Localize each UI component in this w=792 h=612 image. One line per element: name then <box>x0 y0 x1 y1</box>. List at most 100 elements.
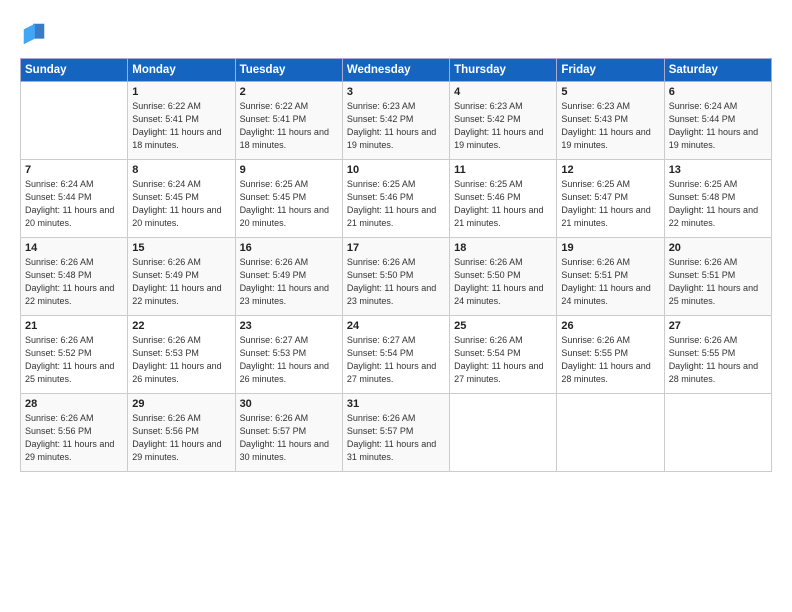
day-number: 27 <box>669 320 767 332</box>
calendar-cell: 2 Sunrise: 6:22 AMSunset: 5:41 PMDaylight… <box>235 82 342 160</box>
calendar-cell: 17Sunrise: 6:26 AMSunset: 5:50 PMDayligh… <box>342 238 449 316</box>
day-detail: Sunrise: 6:26 AMSunset: 5:57 PMDaylight:… <box>240 412 338 464</box>
calendar-cell: 15 Sunrise: 6:26 AMSunset: 5:49 PMDayligh… <box>128 238 235 316</box>
day-number: 15 <box>132 242 230 254</box>
calendar-cell: 9 Sunrise: 6:25 AMSunset: 5:45 PMDaylight… <box>235 160 342 238</box>
calendar-cell: 10 Sunrise: 6:25 AMSunset: 5:46 PMDayligh… <box>342 160 449 238</box>
day-detail: Sunrise: 6:23 AMSunset: 5:43 PMDaylight:… <box>561 100 659 152</box>
day-number: 30 <box>240 398 338 410</box>
day-number: 19 <box>561 242 659 254</box>
calendar-table: SundayMondayTuesdayWednesdayThursdayFrid… <box>20 58 772 472</box>
week-row-5: 28 Sunrise: 6:26 AMSunset: 5:56 PMDayligh… <box>21 394 772 472</box>
day-number: 23 <box>240 320 338 332</box>
calendar-cell: 23 Sunrise: 6:27 AMSunset: 5:53 PMDayligh… <box>235 316 342 394</box>
calendar-cell: 27 Sunrise: 6:26 AMSunset: 5:55 PMDayligh… <box>664 316 771 394</box>
week-row-2: 7Sunrise: 6:24 AMSunset: 5:44 PMDaylight… <box>21 160 772 238</box>
header <box>20 16 772 48</box>
day-detail: Sunrise: 6:25 AMSunset: 5:45 PMDaylight:… <box>240 178 338 230</box>
calendar-cell: 3Sunrise: 6:23 AMSunset: 5:42 PMDaylight… <box>342 82 449 160</box>
col-header-monday: Monday <box>128 59 235 82</box>
day-detail: Sunrise: 6:26 AMSunset: 5:49 PMDaylight:… <box>132 256 230 308</box>
calendar-cell: 31Sunrise: 6:26 AMSunset: 5:57 PMDayligh… <box>342 394 449 472</box>
day-detail: Sunrise: 6:25 AMSunset: 5:48 PMDaylight:… <box>669 178 767 230</box>
col-header-saturday: Saturday <box>664 59 771 82</box>
day-detail: Sunrise: 6:22 AMSunset: 5:41 PMDaylight:… <box>132 100 230 152</box>
day-number: 29 <box>132 398 230 410</box>
day-number: 11 <box>454 164 552 176</box>
calendar-cell: 22 Sunrise: 6:26 AMSunset: 5:53 PMDayligh… <box>128 316 235 394</box>
week-row-1: 1 Sunrise: 6:22 AMSunset: 5:41 PMDaylight… <box>21 82 772 160</box>
day-detail: Sunrise: 6:22 AMSunset: 5:41 PMDaylight:… <box>240 100 338 152</box>
calendar-cell: 26Sunrise: 6:26 AMSunset: 5:55 PMDayligh… <box>557 316 664 394</box>
day-detail: Sunrise: 6:26 AMSunset: 5:55 PMDaylight:… <box>561 334 659 386</box>
day-detail: Sunrise: 6:26 AMSunset: 5:57 PMDaylight:… <box>347 412 445 464</box>
day-detail: Sunrise: 6:26 AMSunset: 5:55 PMDaylight:… <box>669 334 767 386</box>
day-number: 5 <box>561 86 659 98</box>
day-detail: Sunrise: 6:26 AMSunset: 5:52 PMDaylight:… <box>25 334 123 386</box>
day-number: 10 <box>347 164 445 176</box>
calendar-cell: 19 Sunrise: 6:26 AMSunset: 5:51 PMDayligh… <box>557 238 664 316</box>
day-number: 12 <box>561 164 659 176</box>
day-number: 18 <box>454 242 552 254</box>
day-detail: Sunrise: 6:27 AMSunset: 5:53 PMDaylight:… <box>240 334 338 386</box>
day-number: 28 <box>25 398 123 410</box>
day-number: 4 <box>454 86 552 98</box>
calendar-cell: 29 Sunrise: 6:26 AMSunset: 5:56 PMDayligh… <box>128 394 235 472</box>
col-header-thursday: Thursday <box>450 59 557 82</box>
day-detail: Sunrise: 6:25 AMSunset: 5:46 PMDaylight:… <box>454 178 552 230</box>
calendar-cell: 20Sunrise: 6:26 AMSunset: 5:51 PMDayligh… <box>664 238 771 316</box>
day-detail: Sunrise: 6:25 AMSunset: 5:47 PMDaylight:… <box>561 178 659 230</box>
calendar-cell: 5 Sunrise: 6:23 AMSunset: 5:43 PMDaylight… <box>557 82 664 160</box>
day-number: 9 <box>240 164 338 176</box>
day-detail: Sunrise: 6:24 AMSunset: 5:44 PMDaylight:… <box>669 100 767 152</box>
col-header-tuesday: Tuesday <box>235 59 342 82</box>
header-row: SundayMondayTuesdayWednesdayThursdayFrid… <box>21 59 772 82</box>
day-detail: Sunrise: 6:23 AMSunset: 5:42 PMDaylight:… <box>454 100 552 152</box>
col-header-wednesday: Wednesday <box>342 59 449 82</box>
calendar-page: SundayMondayTuesdayWednesdayThursdayFrid… <box>0 0 792 612</box>
calendar-cell <box>21 82 128 160</box>
day-number: 14 <box>25 242 123 254</box>
day-detail: Sunrise: 6:26 AMSunset: 5:51 PMDaylight:… <box>561 256 659 308</box>
day-detail: Sunrise: 6:26 AMSunset: 5:54 PMDaylight:… <box>454 334 552 386</box>
day-detail: Sunrise: 6:24 AMSunset: 5:44 PMDaylight:… <box>25 178 123 230</box>
calendar-cell: 11 Sunrise: 6:25 AMSunset: 5:46 PMDayligh… <box>450 160 557 238</box>
day-number: 2 <box>240 86 338 98</box>
day-number: 8 <box>132 164 230 176</box>
day-detail: Sunrise: 6:26 AMSunset: 5:53 PMDaylight:… <box>132 334 230 386</box>
logo-icon <box>20 20 48 48</box>
day-detail: Sunrise: 6:27 AMSunset: 5:54 PMDaylight:… <box>347 334 445 386</box>
day-detail: Sunrise: 6:26 AMSunset: 5:56 PMDaylight:… <box>132 412 230 464</box>
calendar-cell: 14 Sunrise: 6:26 AMSunset: 5:48 PMDayligh… <box>21 238 128 316</box>
calendar-cell: 21 Sunrise: 6:26 AMSunset: 5:52 PMDayligh… <box>21 316 128 394</box>
day-number: 16 <box>240 242 338 254</box>
calendar-cell: 1 Sunrise: 6:22 AMSunset: 5:41 PMDaylight… <box>128 82 235 160</box>
day-detail: Sunrise: 6:25 AMSunset: 5:46 PMDaylight:… <box>347 178 445 230</box>
calendar-cell: 25 Sunrise: 6:26 AMSunset: 5:54 PMDayligh… <box>450 316 557 394</box>
day-detail: Sunrise: 6:26 AMSunset: 5:49 PMDaylight:… <box>240 256 338 308</box>
day-number: 20 <box>669 242 767 254</box>
calendar-cell <box>557 394 664 472</box>
day-number: 24 <box>347 320 445 332</box>
day-detail: Sunrise: 6:26 AMSunset: 5:50 PMDaylight:… <box>454 256 552 308</box>
calendar-cell: 4 Sunrise: 6:23 AMSunset: 5:42 PMDaylight… <box>450 82 557 160</box>
week-row-4: 21 Sunrise: 6:26 AMSunset: 5:52 PMDayligh… <box>21 316 772 394</box>
day-number: 6 <box>669 86 767 98</box>
calendar-cell: 13Sunrise: 6:25 AMSunset: 5:48 PMDayligh… <box>664 160 771 238</box>
day-detail: Sunrise: 6:26 AMSunset: 5:56 PMDaylight:… <box>25 412 123 464</box>
calendar-cell: 12 Sunrise: 6:25 AMSunset: 5:47 PMDayligh… <box>557 160 664 238</box>
logo <box>20 20 52 48</box>
calendar-cell: 24 Sunrise: 6:27 AMSunset: 5:54 PMDayligh… <box>342 316 449 394</box>
col-header-friday: Friday <box>557 59 664 82</box>
calendar-cell <box>450 394 557 472</box>
day-number: 1 <box>132 86 230 98</box>
calendar-cell: 16 Sunrise: 6:26 AMSunset: 5:49 PMDayligh… <box>235 238 342 316</box>
calendar-cell: 18 Sunrise: 6:26 AMSunset: 5:50 PMDayligh… <box>450 238 557 316</box>
day-detail: Sunrise: 6:26 AMSunset: 5:48 PMDaylight:… <box>25 256 123 308</box>
day-number: 21 <box>25 320 123 332</box>
day-number: 25 <box>454 320 552 332</box>
day-detail: Sunrise: 6:26 AMSunset: 5:50 PMDaylight:… <box>347 256 445 308</box>
day-detail: Sunrise: 6:23 AMSunset: 5:42 PMDaylight:… <box>347 100 445 152</box>
week-row-3: 14 Sunrise: 6:26 AMSunset: 5:48 PMDayligh… <box>21 238 772 316</box>
day-number: 22 <box>132 320 230 332</box>
